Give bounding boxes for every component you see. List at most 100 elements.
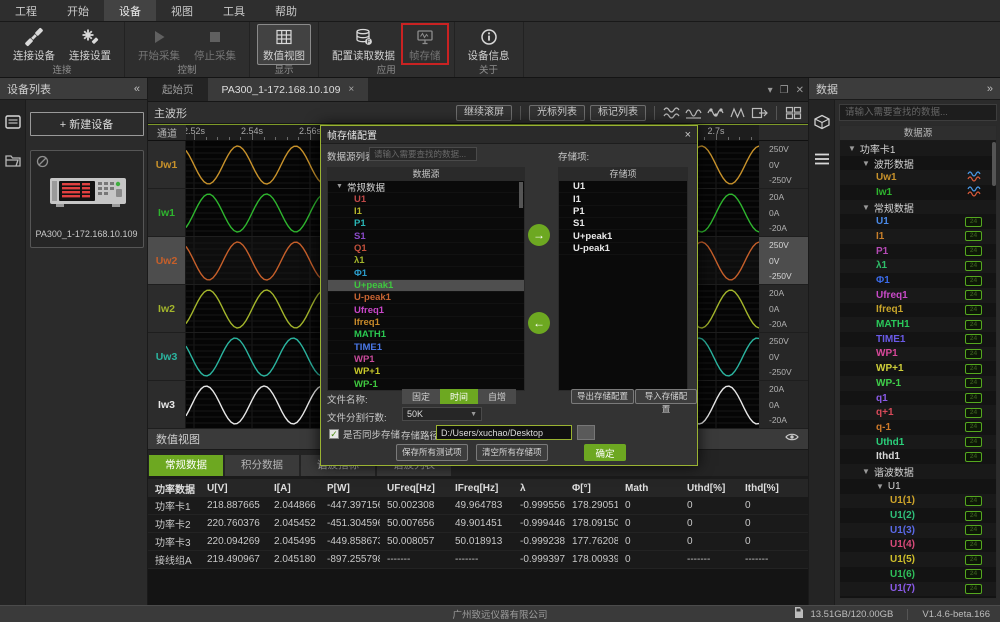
source-group-row[interactable]: ▼常规数据: [328, 181, 524, 193]
source-item[interactable]: Q1: [328, 243, 524, 255]
storage-item[interactable]: U1: [559, 181, 687, 193]
tree-item[interactable]: U124: [840, 214, 996, 229]
float-window-icon[interactable]: ❐: [780, 85, 789, 96]
data-list-icon[interactable]: [813, 152, 831, 168]
wave-single-icon[interactable]: [685, 106, 702, 120]
storage-path-input[interactable]: [436, 425, 572, 440]
source-item[interactable]: Φ1: [328, 267, 524, 279]
import-config-button[interactable]: 导入存储配置: [635, 389, 697, 404]
继续滚屏-button[interactable]: 继续滚屏: [456, 105, 512, 121]
tree-item[interactable]: P124: [840, 244, 996, 259]
storage-item[interactable]: U-peak1: [559, 243, 687, 255]
wave-double-icon[interactable]: [663, 106, 680, 120]
tree-expand-icon[interactable]: ▼: [862, 467, 870, 476]
add-item-button[interactable]: →: [528, 224, 550, 246]
storage-item[interactable]: P1: [559, 206, 687, 218]
device-view-icon[interactable]: [4, 114, 22, 130]
tree-item[interactable]: q-124: [840, 420, 996, 435]
tree-item[interactable]: WP-124: [840, 376, 996, 391]
ok-button[interactable]: 确定: [584, 444, 626, 461]
tree-item[interactable]: U1(1)24: [840, 494, 996, 509]
tree-expand-icon[interactable]: ▼: [876, 482, 884, 491]
menu-item-5[interactable]: 工具: [208, 0, 260, 21]
tree-item[interactable]: q+124: [840, 405, 996, 420]
device-cube-icon[interactable]: [813, 114, 831, 130]
table-row[interactable]: 功率卡1218.8876652.044866-447.39715650.0023…: [148, 497, 808, 515]
export-icon[interactable]: [751, 106, 768, 120]
tree-item[interactable]: q124: [840, 391, 996, 406]
设备信息-button[interactable]: 设备信息: [462, 24, 516, 65]
tree-item[interactable]: Iw1: [840, 185, 996, 200]
连接设置-button[interactable]: 连接设置: [63, 24, 117, 65]
tree-item[interactable]: TIME124: [840, 332, 996, 347]
file-name-mode-时间[interactable]: 时间: [440, 389, 478, 404]
数值视图-button[interactable]: 数值视图: [257, 24, 311, 65]
tree-group[interactable]: ▼U1: [840, 479, 996, 494]
tree-item[interactable]: Uthd124: [840, 435, 996, 450]
tree-item[interactable]: MATH124: [840, 317, 996, 332]
tree-item[interactable]: Uw1: [840, 170, 996, 185]
menu-item-2[interactable]: 开始: [52, 0, 104, 21]
tree-expand-icon[interactable]: ▼: [862, 203, 870, 212]
source-item[interactable]: P1: [328, 218, 524, 230]
source-item[interactable]: λ1: [328, 255, 524, 267]
source-item[interactable]: MATH1: [328, 329, 524, 341]
tree-item[interactable]: U1(4)24: [840, 538, 996, 553]
save-all-tests-button[interactable]: 保存所有测试项: [396, 444, 468, 461]
dialog-search-input[interactable]: [369, 147, 477, 161]
tree-group[interactable]: ▼常规数据: [840, 200, 996, 215]
file-split-select[interactable]: 50K ▼: [402, 407, 482, 421]
tree-item[interactable]: Φ124: [840, 273, 996, 288]
thumbnail-grid-icon[interactable]: [785, 106, 802, 120]
tree-item[interactable]: U1(8)24: [840, 596, 996, 599]
file-name-mode-自增[interactable]: 自增: [478, 389, 516, 404]
close-panel-icon[interactable]: ✕: [796, 85, 804, 96]
tree-expand-icon[interactable]: ▼: [848, 144, 856, 153]
tree-item[interactable]: I124: [840, 229, 996, 244]
open-project-folder-icon[interactable]: [4, 152, 22, 168]
collapse-right-icon[interactable]: »: [987, 83, 993, 95]
tree-item[interactable]: U1(3)24: [840, 523, 996, 538]
source-item[interactable]: U1: [328, 193, 524, 205]
menu-item-1[interactable]: 工程: [0, 0, 52, 21]
numeric-tab-2[interactable]: 积分数据: [225, 455, 299, 476]
tree-item[interactable]: U1(2)24: [840, 508, 996, 523]
tree-item[interactable]: WP+124: [840, 361, 996, 376]
tree-item[interactable]: λ124: [840, 259, 996, 274]
export-config-button[interactable]: 导出存储配置: [571, 389, 634, 404]
wave-dots-icon[interactable]: [707, 106, 724, 120]
source-item[interactable]: Ifreq1: [328, 317, 524, 329]
table-row[interactable]: 功率卡3220.0942692.045495-449.85867350.0080…: [148, 533, 808, 551]
tree-item[interactable]: WP124: [840, 347, 996, 362]
source-item[interactable]: Ufreq1: [328, 304, 524, 316]
tree-group[interactable]: ▼谐波数据: [840, 464, 996, 479]
menu-item-3[interactable]: 设备: [104, 0, 156, 21]
source-item[interactable]: I1: [328, 206, 524, 218]
source-item[interactable]: TIME1: [328, 341, 524, 353]
tree-item[interactable]: Ithd124: [840, 449, 996, 464]
collapse-left-icon[interactable]: «: [134, 83, 140, 95]
chevron-down-icon[interactable]: ▾: [768, 85, 773, 96]
source-list-scrollbar[interactable]: [519, 182, 523, 208]
tree-group[interactable]: ▼波形数据: [840, 156, 996, 171]
tree-item[interactable]: Ifreq124: [840, 303, 996, 318]
wave-marker-icon[interactable]: [729, 106, 746, 120]
tree-item[interactable]: U1(6)24: [840, 567, 996, 582]
sync-storage-checkbox[interactable]: ✓ 是否同步存储: [329, 427, 400, 441]
table-row[interactable]: 功率卡2220.7603762.045452-451.30459650.0076…: [148, 515, 808, 533]
document-tab-2[interactable]: PA300_1-172.168.10.109×: [208, 78, 369, 101]
tree-expand-icon[interactable]: ▼: [862, 159, 870, 168]
storage-item[interactable]: S1: [559, 218, 687, 230]
tree-item[interactable]: U1(5)24: [840, 552, 996, 567]
data-list-scrollbar[interactable]: [992, 142, 996, 186]
data-search-input[interactable]: [839, 104, 997, 121]
source-item[interactable]: U-peak1: [328, 292, 524, 304]
remove-item-button[interactable]: ←: [528, 312, 550, 334]
device-card[interactable]: PA300_1-172.168.10.109: [30, 150, 144, 248]
new-device-button[interactable]: + 新建设备: [30, 112, 144, 136]
visibility-icon[interactable]: [784, 431, 800, 446]
tab-close-icon[interactable]: ×: [348, 84, 354, 95]
标记列表-button[interactable]: 标记列表: [590, 105, 646, 121]
source-item[interactable]: S1: [328, 230, 524, 242]
tree-item[interactable]: U1(7)24: [840, 582, 996, 597]
